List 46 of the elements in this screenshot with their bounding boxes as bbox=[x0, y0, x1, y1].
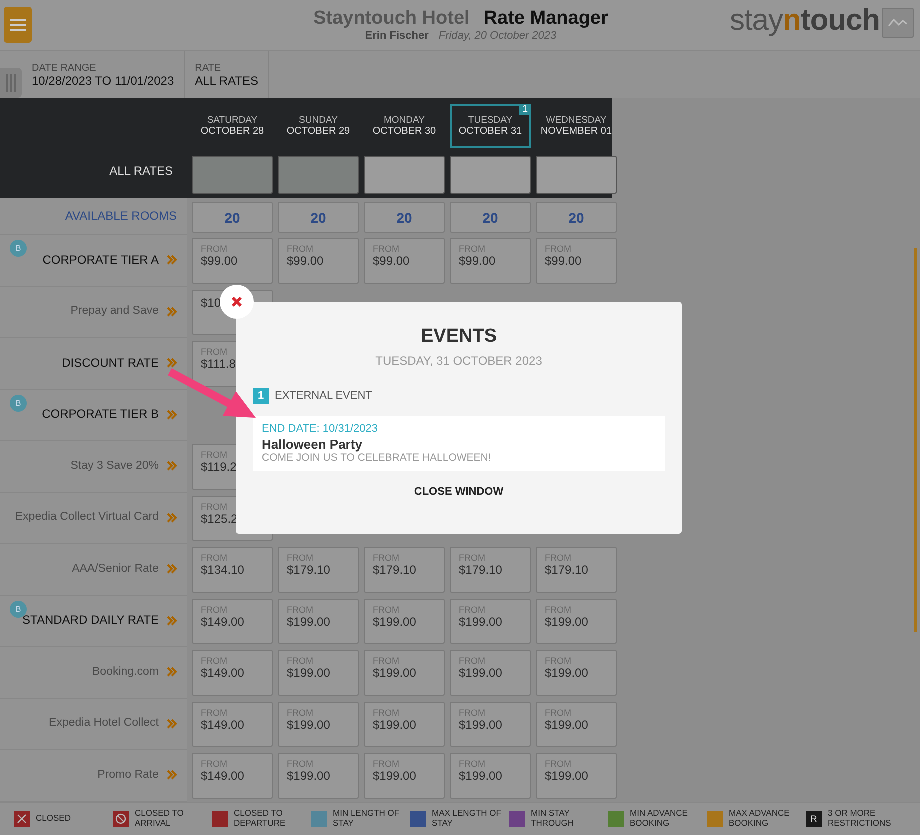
rate-name[interactable]: AAA/Senior Rate bbox=[72, 562, 159, 576]
rate-name[interactable]: Expedia Hotel Collect bbox=[49, 717, 159, 730]
dialog-date: TUESDAY, 31 OCTOBER 2023 bbox=[376, 354, 542, 368]
legend-label: CLOSED bbox=[36, 814, 71, 824]
available-rooms-cell: 20 bbox=[450, 202, 531, 233]
rate-name[interactable]: Promo Rate bbox=[98, 768, 159, 782]
date-column-header[interactable]: MONDAY OCTOBER 30 bbox=[364, 104, 445, 148]
hotel-name: Stayntouch Hotel bbox=[314, 8, 470, 30]
available-rooms-cell: 20 bbox=[278, 202, 359, 233]
rate-name[interactable]: DISCOUNT RATE bbox=[62, 356, 159, 370]
legend-label: MAX ADVANCE BOOKING bbox=[729, 809, 791, 828]
legend-label: MAX LENGTH OF STAY bbox=[432, 809, 502, 828]
event-card[interactable]: END DATE: 10/31/2023 Halloween Party COME JOIN US TO CELEBRATE HALLOWEEN! bbox=[253, 416, 665, 471]
restriction-letter: R bbox=[806, 810, 822, 827]
rate-name[interactable]: Prepay and Save bbox=[70, 305, 159, 318]
event-count-badge: 1 bbox=[253, 388, 269, 404]
rate-name[interactable]: CORPORATE TIER A bbox=[42, 254, 159, 267]
date-column-header[interactable]: WEDNESDAY NOVEMBER 01 bbox=[536, 104, 617, 148]
event-group-label: EXTERNAL EVENT bbox=[275, 390, 372, 402]
legend-label: MIN STAY THROUGH bbox=[531, 809, 575, 828]
base-rate-badge: B bbox=[10, 394, 27, 412]
rate-name[interactable]: Stay 3 Save 20% bbox=[70, 460, 159, 473]
event-end-date: END DATE: 10/31/2023 bbox=[262, 423, 379, 435]
available-rooms-cell: 20 bbox=[536, 202, 617, 233]
legend-label: CLOSED TO DEPARTURE bbox=[234, 809, 287, 828]
date-column-header[interactable]: SATURDAY OCTOBER 28 bbox=[192, 104, 273, 148]
legend-label: 3 OR MORE RESTRICTIONS bbox=[828, 809, 892, 828]
rate-name[interactable]: CORPORATE TIER B bbox=[42, 408, 159, 422]
page-title: Rate Manager bbox=[484, 8, 608, 30]
legend-label: MIN LENGTH OF STAY bbox=[333, 809, 401, 828]
legend-label: MIN ADVANCE BOOKING bbox=[630, 809, 689, 828]
dialog-title: EVENTS bbox=[420, 326, 498, 348]
date-column-header[interactable]: TUESDAY OCTOBER 31 1 bbox=[450, 104, 531, 148]
event-count-badge: 1 bbox=[519, 104, 531, 115]
business-date: Friday, 20 October 2023 bbox=[438, 30, 557, 42]
available-rooms-cell: 20 bbox=[192, 202, 273, 233]
base-rate-badge: B bbox=[10, 240, 27, 257]
logo: stayntouch bbox=[730, 4, 880, 38]
legend-label: CLOSED TO ARRIVAL bbox=[135, 809, 185, 828]
available-rooms-cell: 20 bbox=[364, 202, 445, 233]
close-window-button[interactable]: CLOSE WINDOW bbox=[408, 485, 510, 499]
available-rooms-label: AVAILABLE ROOMS bbox=[65, 209, 177, 223]
rate-name[interactable]: Booking.com bbox=[92, 666, 159, 679]
user-name: Erin Fischer bbox=[365, 30, 429, 42]
date-column-header[interactable]: SUNDAY OCTOBER 29 bbox=[278, 104, 359, 148]
all-rates-label: ALL RATES bbox=[110, 164, 173, 178]
